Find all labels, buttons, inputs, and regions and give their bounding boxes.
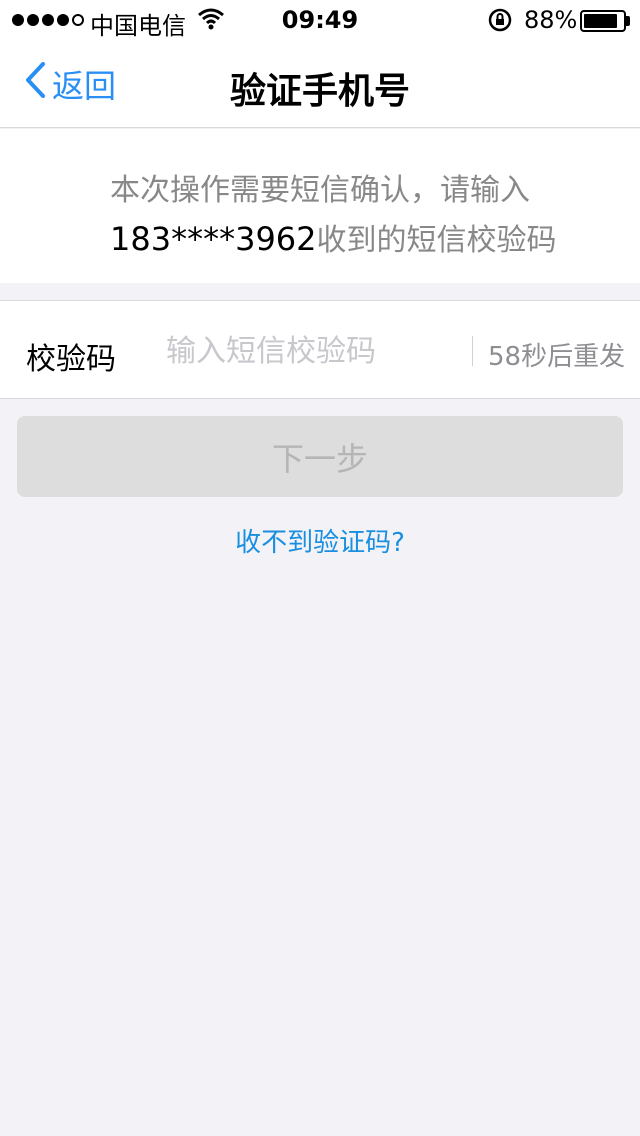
resend-countdown: 58秒后重发 [488, 342, 626, 372]
masked-phone-number: 183****3962 [110, 220, 317, 258]
verification-code-row: 校验码 58秒后重发 [0, 300, 640, 399]
battery-icon [580, 10, 626, 32]
instruction-suffix: 收到的短信校验码 [316, 223, 557, 258]
instruction-line-1: 本次操作需要短信确认，请输入 [110, 173, 530, 208]
no-code-help-link[interactable]: 收不到验证码? [0, 522, 640, 559]
navigation-bar: 返回 验证手机号 [0, 40, 640, 128]
rotation-lock-icon [488, 8, 512, 38]
next-step-button[interactable]: 下一步 [17, 416, 623, 497]
instruction-line-2: 183****3962收到的短信校验码 [110, 215, 557, 259]
battery-percent: 88% [524, 6, 578, 34]
code-label: 校验码 [26, 342, 116, 377]
battery-tip [626, 16, 630, 26]
status-bar: 中国电信 09:49 88% [0, 0, 640, 40]
divider [472, 336, 473, 366]
sms-instruction-card: 本次操作需要短信确认，请输入 183****3962收到的短信校验码 [0, 129, 640, 283]
page-title: 验证手机号 [229, 71, 410, 112]
verification-code-input[interactable] [166, 329, 456, 373]
